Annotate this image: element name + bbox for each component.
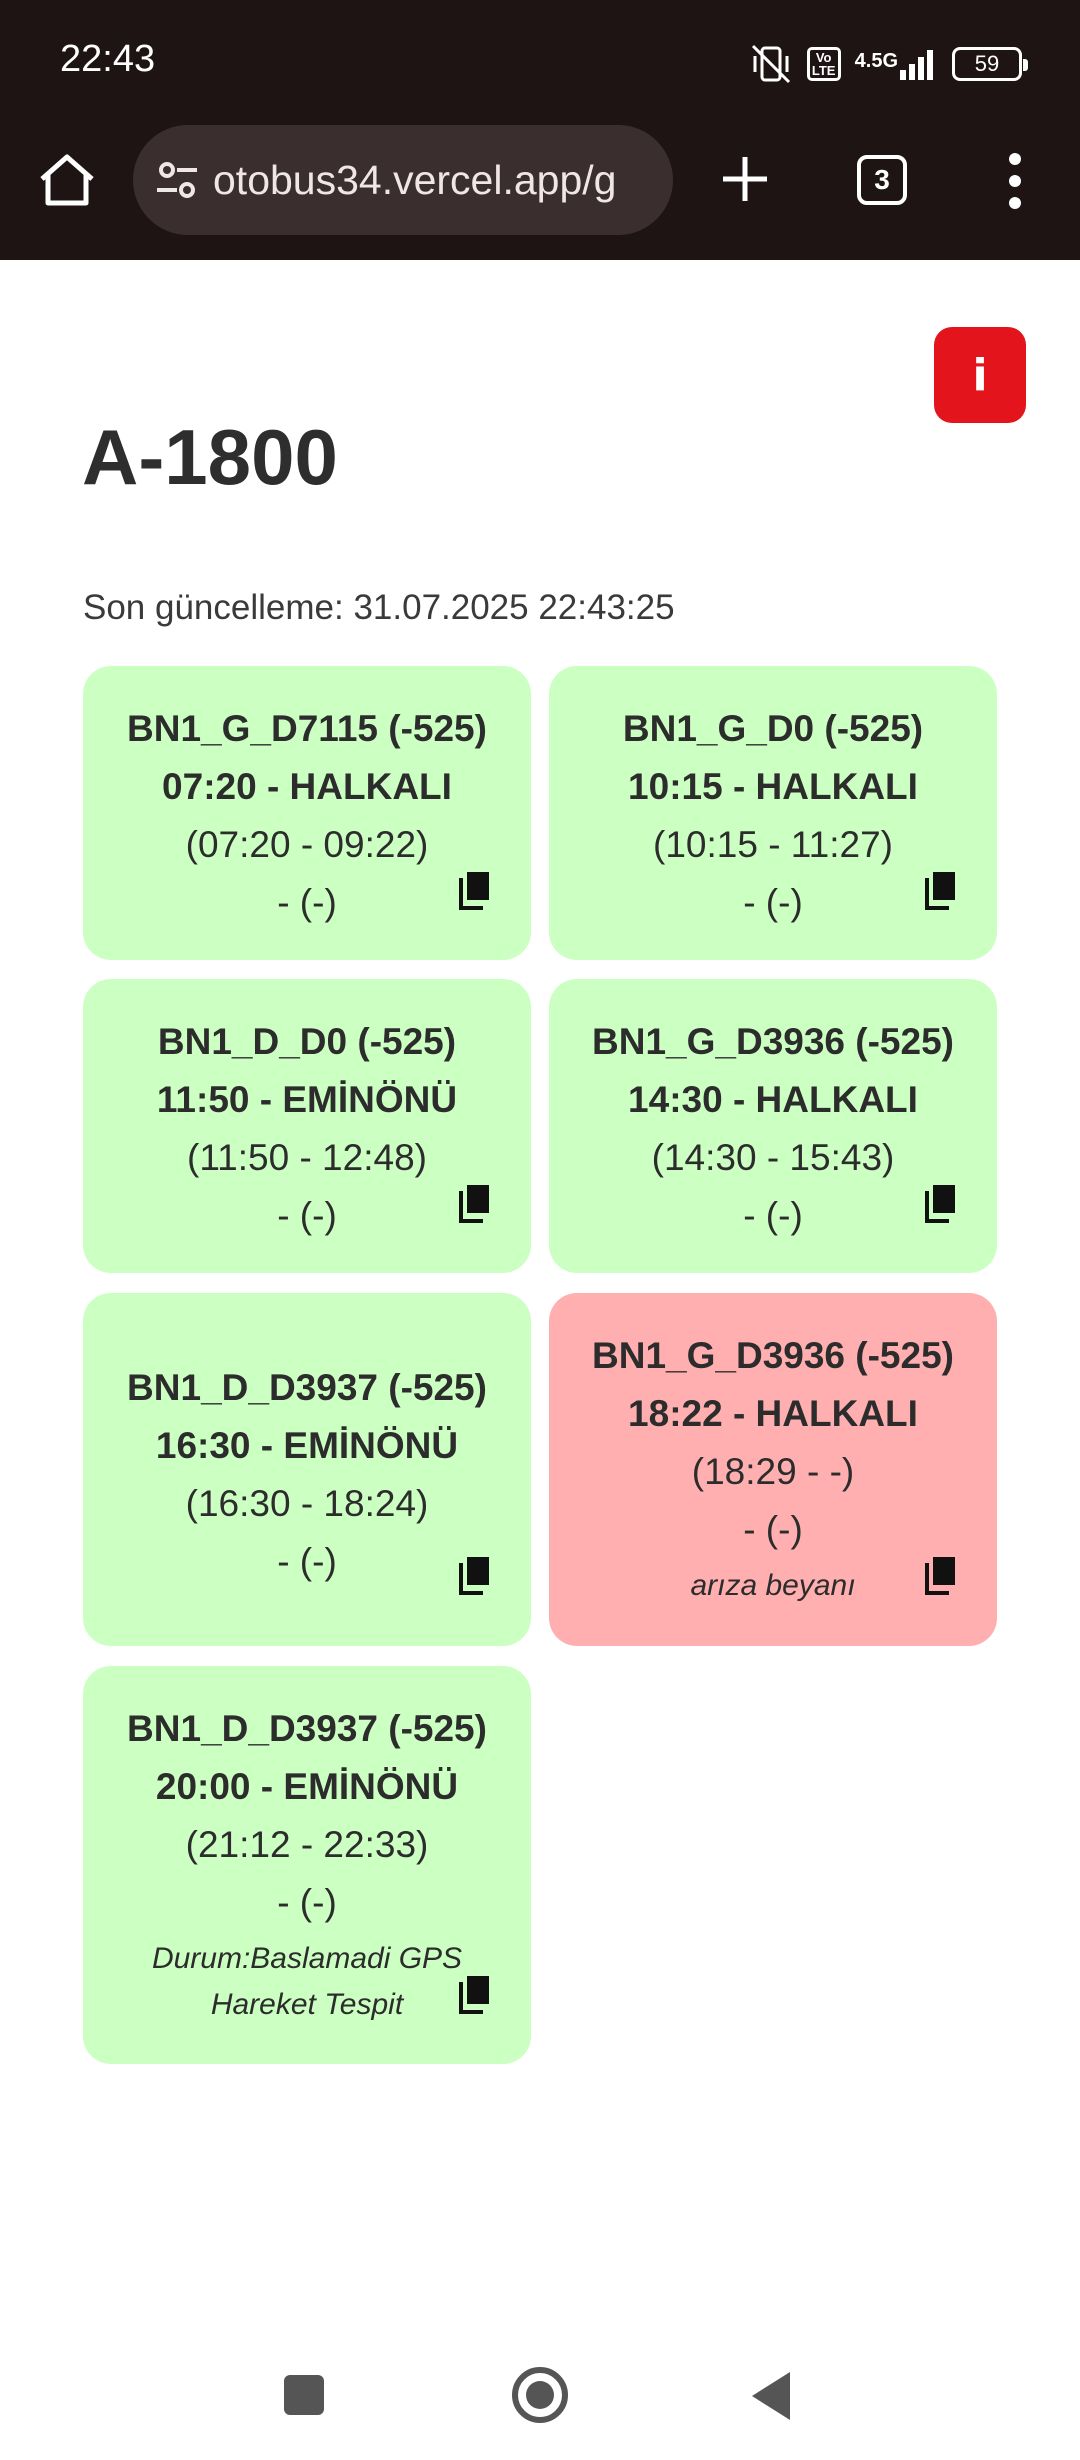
trip-extra: - (-) xyxy=(277,1882,337,1923)
trip-card: BN1_D_D3937 (-525) 20:00 - EMİNÖNÜ (21:1… xyxy=(83,1666,531,2064)
browser-chrome: 22:43 Vo LTE 4.5G 59 otobus34.vercel.app… xyxy=(0,0,1080,260)
info-button[interactable]: i xyxy=(934,327,1026,423)
site-settings-icon[interactable] xyxy=(153,156,201,204)
trip-departure: 14:30 - HALKALI xyxy=(628,1079,918,1120)
trip-code: BN1_D_D3937 (-525) xyxy=(127,1708,487,1749)
signal-group: 4.5G xyxy=(855,48,938,80)
status-time: 22:43 xyxy=(60,38,156,80)
trip-card: BN1_D_D3937 (-525) 16:30 - EMİNÖNÜ (16:3… xyxy=(83,1293,531,1646)
trip-departure: 16:30 - EMİNÖNÜ xyxy=(155,1425,459,1466)
trip-code: BN1_D_D0 (-525) xyxy=(157,1021,457,1062)
trip-card: BN1_G_D3936 (-525) 14:30 - HALKALI (14:3… xyxy=(549,979,997,1273)
battery-icon: 59 xyxy=(952,47,1028,81)
trip-card: BN1_G_D0 (-525) 10:15 - HALKALI (10:15 -… xyxy=(549,666,997,960)
copy-icon[interactable] xyxy=(457,870,493,910)
trip-window: (07:20 - 09:22) xyxy=(185,824,429,865)
last-updated-label: Son güncelleme: 31.07.2025 22:43:25 xyxy=(83,588,675,627)
trip-extra: - (-) xyxy=(743,1509,803,1550)
trip-departure: 07:20 - HALKALI xyxy=(162,766,452,807)
address-bar[interactable]: otobus34.vercel.app/g xyxy=(133,125,673,235)
trip-departure: 10:15 - HALKALI xyxy=(628,766,918,807)
copy-icon[interactable] xyxy=(923,870,959,910)
trip-code: BN1_D_D3937 (-525) xyxy=(127,1367,487,1408)
trip-card-alert: BN1_G_D3936 (-525) 18:22 - HALKALI (18:2… xyxy=(549,1293,997,1646)
trip-window: (10:15 - 11:27) xyxy=(653,824,893,865)
home-icon[interactable] xyxy=(34,147,100,213)
status-bar: 22:43 Vo LTE 4.5G 59 xyxy=(0,0,1080,125)
back-icon[interactable] xyxy=(752,2372,790,2420)
info-icon: i xyxy=(972,349,988,401)
more-options-icon[interactable] xyxy=(1000,153,1030,209)
copy-icon[interactable] xyxy=(923,1555,959,1595)
copy-icon[interactable] xyxy=(457,1183,493,1223)
tab-count: 3 xyxy=(874,164,890,195)
trip-window: (11:50 - 12:48) xyxy=(187,1137,427,1178)
trip-window: (18:29 - -) xyxy=(691,1451,855,1492)
trip-departure: 20:00 - EMİNÖNÜ xyxy=(155,1766,459,1807)
trip-card: BN1_G_D7115 (-525) 07:20 - HALKALI (07:2… xyxy=(83,666,531,960)
trip-code: BN1_G_D0 (-525) xyxy=(622,708,924,749)
signal-strength-icon xyxy=(900,50,933,80)
trip-code: BN1_G_D3936 (-525) xyxy=(592,1021,954,1062)
trip-departure: 11:50 - EMİNÖNÜ xyxy=(156,1079,458,1120)
status-icons: Vo LTE 4.5G 59 xyxy=(749,42,1028,86)
home-nav-icon[interactable] xyxy=(512,2367,568,2423)
volte-badge: Vo LTE xyxy=(806,47,841,81)
trip-code: BN1_G_D3936 (-525) xyxy=(592,1335,954,1376)
browser-toolbar: otobus34.vercel.app/g 3 xyxy=(0,125,1080,260)
tab-switcher-button[interactable]: 3 xyxy=(857,155,907,205)
new-tab-icon[interactable] xyxy=(715,149,775,209)
recents-icon[interactable] xyxy=(284,2375,324,2415)
url-text[interactable]: otobus34.vercel.app/g xyxy=(213,157,616,204)
copy-icon[interactable] xyxy=(923,1183,959,1223)
trip-departure: 18:22 - HALKALI xyxy=(628,1393,918,1434)
trip-card: BN1_D_D0 (-525) 11:50 - EMİNÖNÜ (11:50 -… xyxy=(83,979,531,1273)
copy-icon[interactable] xyxy=(457,1974,493,2014)
trip-code: BN1_G_D7115 (-525) xyxy=(127,708,487,749)
trip-window: (16:30 - 18:24) xyxy=(185,1483,429,1524)
trip-window: (21:12 - 22:33) xyxy=(185,1824,429,1865)
page-title: A-1800 xyxy=(82,413,338,501)
battery-level: 59 xyxy=(974,51,1000,76)
copy-icon[interactable] xyxy=(457,1555,493,1595)
vibrate-off-icon xyxy=(751,44,790,84)
trip-window: (14:30 - 15:43) xyxy=(651,1137,895,1178)
network-type: 4.5G xyxy=(854,50,898,72)
system-nav-bar xyxy=(0,2330,1080,2460)
